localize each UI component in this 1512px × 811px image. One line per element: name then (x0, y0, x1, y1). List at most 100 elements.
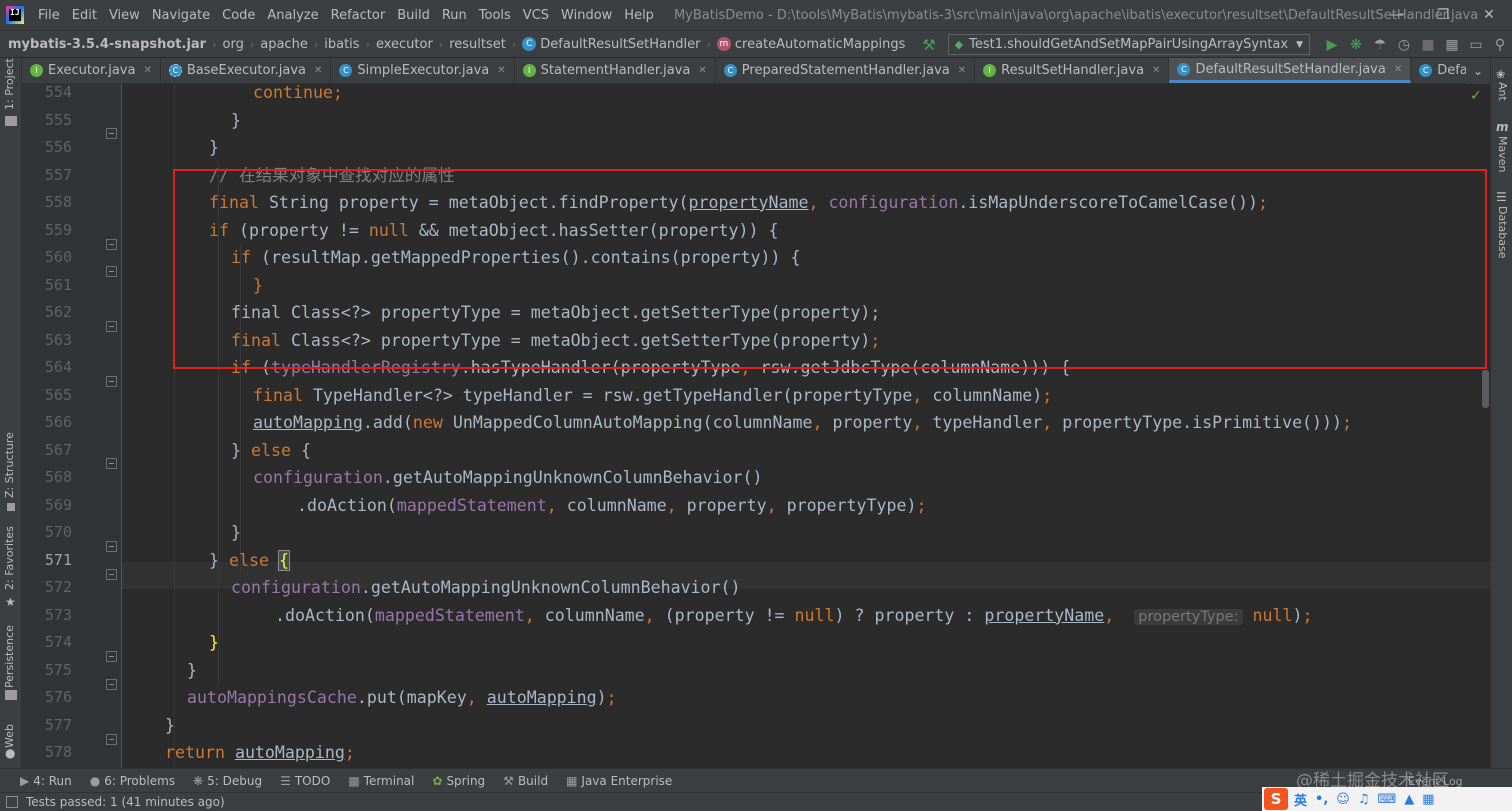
tool-maven[interactable]: Maven (1496, 136, 1509, 172)
close-icon[interactable]: ✕ (1466, 0, 1512, 30)
tool-structure[interactable]: Z: Structure (3, 432, 16, 498)
breadcrumb-org[interactable]: org (219, 37, 248, 52)
menu-analyze[interactable]: Analyze (261, 8, 324, 23)
tool-problems[interactable]: ● 6: Problems (90, 774, 175, 788)
menu-run[interactable]: Run (436, 8, 473, 23)
tool-web[interactable]: Web (3, 724, 16, 748)
coverage-icon[interactable]: ☂ (1368, 34, 1392, 56)
menu-navigate[interactable]: Navigate (146, 8, 216, 23)
tool-spring[interactable]: ✿ Spring (432, 774, 485, 788)
run-configuration-select[interactable]: ◆ Test1.shouldGetAndSetMapPairUsingArray… (947, 34, 1310, 55)
tool-build[interactable]: ⚒ Build (503, 774, 548, 788)
right-tool-strip: ❀ Ant m Maven ☰ Database (1490, 58, 1512, 768)
tool-project[interactable]: 1: Project (3, 58, 16, 110)
breadcrumb-class[interactable]: C DefaultResultSetHandler (518, 37, 704, 52)
menu-help[interactable]: Help (618, 8, 660, 23)
close-icon[interactable]: ✕ (314, 65, 322, 76)
editor-scrollbar[interactable] (1482, 370, 1489, 408)
project-structure-icon[interactable]: ▦ (1440, 34, 1464, 56)
menu-code[interactable]: Code (216, 8, 261, 23)
close-icon[interactable]: ✕ (143, 65, 151, 76)
interface-icon: I (30, 64, 43, 77)
tab-prepared-statement-handler[interactable]: C PreparedStatementHandler.java ✕ (716, 58, 976, 83)
menu-edit[interactable]: Edit (66, 8, 103, 23)
fold-marker-icon[interactable] (106, 734, 117, 745)
stop-icon[interactable]: ■ (1416, 34, 1440, 56)
tab-statement-handler[interactable]: I StatementHandler.java ✕ (515, 58, 716, 83)
tool-debug-label: 5: Debug (207, 773, 263, 788)
no-problems-check-icon[interactable]: ✓ (1470, 88, 1482, 104)
intellij-logo-icon: IJ (6, 6, 24, 24)
tab-base-executor[interactable]: C BaseExecutor.java ✕ (161, 58, 332, 83)
line-number: 575 (44, 660, 72, 679)
menu-view[interactable]: View (103, 8, 146, 23)
tool-java-enterprise[interactable]: ▦ Java Enterprise (566, 774, 672, 788)
emoji-icon[interactable]: ☺ (1336, 792, 1350, 807)
run-icon[interactable]: ▶ (1320, 34, 1344, 56)
punctuation-icon[interactable]: •, (1315, 792, 1328, 807)
ime-language[interactable]: 英 (1294, 790, 1307, 809)
breadcrumb-apache[interactable]: apache (256, 37, 312, 52)
close-icon[interactable]: ✕ (698, 65, 706, 76)
restore-icon[interactable]: ❐ (1420, 0, 1466, 30)
tab-label: SimpleExecutor.java (357, 63, 490, 78)
menu-window[interactable]: Window (555, 8, 618, 23)
run-icon: ▶ (20, 773, 30, 788)
tab-simple-executor[interactable]: C SimpleExecutor.java ✕ (331, 58, 515, 83)
close-icon[interactable]: ✕ (958, 65, 966, 76)
tabs-overflow-icon[interactable]: ⌄ (1466, 58, 1490, 84)
close-icon[interactable]: ✕ (497, 65, 505, 76)
debug-icon[interactable]: ❋ (1344, 34, 1368, 56)
fold-marker-icon[interactable] (106, 458, 117, 469)
breadcrumb-executor[interactable]: executor (372, 37, 437, 52)
menu-build[interactable]: Build (391, 8, 436, 23)
tool-database[interactable]: Database (1496, 206, 1509, 259)
tab-result-set-handler[interactable]: I ResultSetHandler.java ✕ (975, 58, 1170, 83)
breadcrumb-project[interactable]: mybatis-3.5.4-snapshot.jar (0, 37, 210, 52)
tool-todo[interactable]: ☰ TODO (280, 774, 330, 788)
fold-marker-icon[interactable] (106, 679, 117, 690)
fold-marker-icon[interactable] (106, 376, 117, 387)
fold-marker-icon[interactable] (106, 569, 117, 580)
line-number: 560 (44, 248, 72, 266)
code-editor[interactable]: continue; } } // 在结果对象中查找对应的属性 final Str… (122, 84, 1490, 768)
menu-vcs[interactable]: VCS (517, 8, 555, 23)
profile-icon[interactable]: ◷ (1392, 34, 1416, 56)
tool-terminal[interactable]: ▩ Terminal (348, 774, 414, 788)
line-number: 566 (44, 413, 72, 431)
tool-persistence[interactable]: Persistence (3, 625, 16, 688)
breadcrumb-method[interactable]: m createAutomaticMappings (713, 37, 910, 52)
tab-default-result-set-handler[interactable]: C DefaultResultSetHandler.java ✕ (1169, 58, 1412, 83)
microphone-icon[interactable]: ♫ (1358, 792, 1370, 807)
breadcrumb-resultset[interactable]: resultset (445, 37, 510, 52)
skin-icon[interactable]: ▲ (1404, 792, 1414, 807)
build-hammer-icon[interactable]: ⚒ (922, 36, 935, 54)
tool-ant[interactable]: Ant (1496, 82, 1509, 101)
breadcrumb-ibatis[interactable]: ibatis (320, 37, 363, 52)
tool-favorites[interactable]: 2: Favorites (3, 526, 16, 590)
ime-toolbar: S 英 •, ☺ ♫ ⌨ ▲ ▦ (1262, 787, 1512, 811)
menu-tools[interactable]: Tools (473, 8, 517, 23)
fold-marker-icon[interactable] (106, 541, 117, 552)
sogou-logo-icon[interactable]: S (1264, 788, 1288, 810)
tab-executor[interactable]: I Executor.java ✕ (22, 58, 161, 83)
menu-refactor[interactable]: Refactor (325, 8, 392, 23)
fold-marker-icon[interactable] (106, 321, 117, 332)
tool-run[interactable]: ▶ 4: Run (20, 774, 72, 788)
keyboard-icon[interactable]: ⌨ (1377, 792, 1396, 807)
fold-marker-icon[interactable] (106, 239, 117, 250)
search-icon[interactable]: ⚲ (1488, 34, 1512, 56)
tool-debug[interactable]: ❋ 5: Debug (193, 774, 262, 788)
fold-marker-icon[interactable] (106, 266, 117, 277)
code-line-565: final TypeHandler<?> typeHandler = rsw.g… (253, 385, 1053, 405)
fold-marker-icon[interactable] (106, 128, 117, 139)
close-icon[interactable]: ✕ (1152, 65, 1160, 76)
fold-marker-icon[interactable] (106, 651, 117, 662)
presentation-icon[interactable]: ▭ (1464, 34, 1488, 56)
status-icon[interactable] (6, 796, 18, 808)
close-icon[interactable]: ✕ (1394, 64, 1402, 75)
menu-file[interactable]: File (32, 8, 66, 23)
java-enterprise-icon: ▦ (566, 773, 578, 788)
toolbox-icon[interactable]: ▦ (1422, 792, 1434, 807)
minimize-icon[interactable]: — (1374, 0, 1420, 30)
